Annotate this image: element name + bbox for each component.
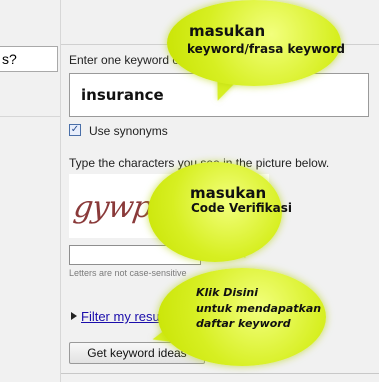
use-synonyms-checkbox[interactable]: ✓: [69, 124, 81, 136]
case-note: Letters are not case-sensitive: [69, 268, 187, 278]
callout-keyword: masukan keyword/frasa keyword: [167, 0, 345, 86]
bottom-divider: [61, 373, 379, 374]
callout-click: Klik Disini untuk mendapatkan daftar key…: [158, 268, 326, 366]
callout-code-title: masukan: [190, 184, 267, 202]
left-field-fragment: s?: [0, 46, 58, 72]
callout-code: masukan Code Verifikasi: [148, 162, 292, 262]
callout-code-subtitle: Code Verifikasi: [191, 201, 292, 215]
callout-click-line2: untuk mendapatkan: [196, 302, 322, 315]
callout-keyword-subtitle: keyword/frasa keyword: [187, 42, 345, 56]
use-synonyms-label: Use synonyms: [89, 124, 168, 138]
expand-arrow-icon[interactable]: [71, 312, 77, 320]
callout-click-line1: Klik Disini: [196, 286, 259, 299]
callout-keyword-title: masukan: [189, 22, 266, 40]
left-panel-divider: [0, 116, 60, 117]
callout-click-line3: daftar keyword: [196, 317, 291, 330]
